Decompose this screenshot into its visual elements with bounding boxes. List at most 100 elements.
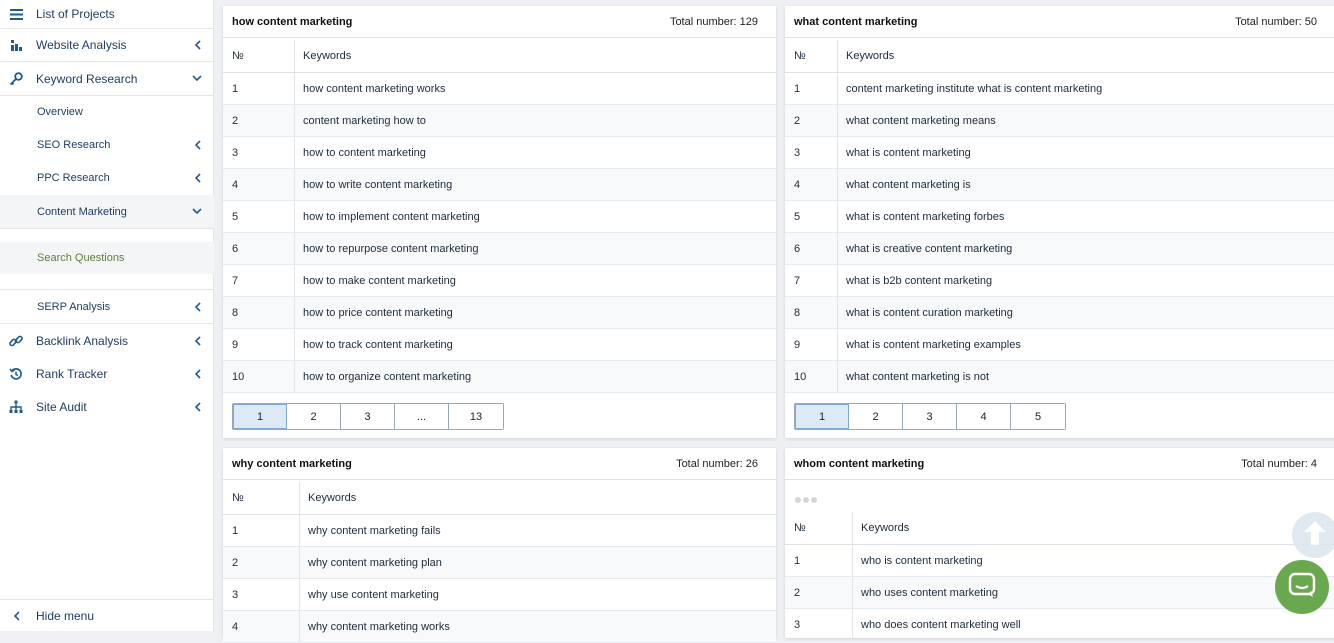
row-keyword: how to repurpose content marketing [303, 243, 479, 255]
row-keyword: what content marketing is not [846, 371, 990, 383]
seo-research-label: SEO Research [37, 138, 111, 151]
website-analysis-icon [9, 38, 23, 52]
panel-header: how content marketing Total number: 129 [223, 6, 776, 38]
row-number: 4 [232, 179, 239, 191]
row-keyword: what is b2b content marketing [846, 275, 993, 287]
row-number: 9 [794, 339, 801, 351]
table-row: 3 who does content marketing well [785, 609, 1334, 641]
row-number: 1 [232, 525, 239, 537]
row-keyword: what content marketing is [846, 179, 971, 191]
page-button[interactable]: 13 [449, 404, 503, 429]
scroll-to-top-button[interactable] [1292, 512, 1334, 558]
table-header: № Keywords [223, 482, 776, 515]
row-number: 7 [232, 275, 239, 287]
row-keyword: how to price content marketing [303, 307, 453, 319]
row-keyword: who is content marketing [861, 555, 983, 567]
sidebar-item-search-questions[interactable]: Search Questions [0, 242, 214, 274]
column-header-number: № [232, 492, 244, 504]
row-keyword: why use content marketing [308, 589, 439, 601]
website-analysis-label: Website Analysis [36, 38, 127, 52]
sidebar-item-keyword-research[interactable]: Keyword Research [0, 62, 214, 95]
serp-analysis-label: SERP Analysis [37, 300, 111, 313]
page-button[interactable]: 2 [849, 404, 903, 429]
table-row: 5 how to implement content marketing [223, 201, 776, 233]
column-header-keywords: Keywords [846, 50, 895, 62]
table-row: 4 what content marketing is [785, 169, 1334, 201]
column-header-number: № [794, 522, 806, 534]
sidebar-item-overview[interactable]: Overview [0, 96, 214, 128]
sidebar-item-website-analysis[interactable]: Website Analysis [0, 29, 214, 61]
chevron-left-icon [9, 609, 23, 623]
row-keyword: why content marketing works [308, 621, 450, 633]
row-number: 3 [794, 619, 801, 631]
panel-title: what content marketing [794, 16, 918, 28]
search-questions-label: Search Questions [37, 252, 125, 264]
table-row: 2 what content marketing means [785, 105, 1334, 137]
page-button[interactable]: 5 [1011, 404, 1065, 429]
row-number: 1 [232, 83, 239, 95]
sidebar-item-serp-analysis[interactable]: SERP Analysis [0, 290, 214, 323]
chevron-left-icon [192, 40, 202, 50]
row-number: 1 [794, 83, 801, 95]
sidebar: List of Projects Website Analysis Keywor… [0, 0, 214, 631]
row-number: 5 [794, 211, 801, 223]
list-of-projects-link[interactable]: List of Projects [0, 0, 214, 28]
page-button[interactable]: 4 [957, 404, 1011, 429]
table-row: 3 how to content marketing [223, 137, 776, 169]
row-keyword: why content marketing plan [308, 557, 442, 569]
table-row: 10 how to organize content marketing [223, 361, 776, 393]
page-button[interactable]: 3 [341, 404, 395, 429]
table-row: 6 what is creative content marketing [785, 233, 1334, 265]
total-number: Total number: 129 [669, 16, 758, 28]
list-of-projects-label: List of Projects [36, 7, 115, 21]
table-row: 8 what is content curation marketing [785, 297, 1334, 329]
row-number: 2 [232, 115, 239, 127]
chevron-down-icon [192, 207, 202, 217]
panel-header: what content marketing Total number: 50 [785, 6, 1334, 38]
row-number: 10 [794, 371, 807, 383]
sidebar-item-content-marketing[interactable]: Content Marketing [0, 195, 214, 228]
table-row: 9 what is content marketing examples [785, 329, 1334, 361]
column-header-keywords: Keywords [308, 492, 357, 504]
loading-indicator [795, 497, 817, 503]
sidebar-item-rank-tracker[interactable]: Rank Tracker [0, 357, 214, 390]
total-number: Total number: 50 [1235, 16, 1317, 28]
table-row: 1 why content marketing fails [223, 515, 776, 547]
table-row: 10 what content marketing is not [785, 361, 1334, 393]
chevron-left-icon [192, 401, 202, 412]
page-button[interactable]: 2 [287, 404, 341, 429]
sidebar-item-ppc-research[interactable]: PPC Research [0, 161, 214, 194]
chat-button[interactable] [1275, 560, 1329, 614]
page-button[interactable]: ... [395, 404, 449, 429]
row-number: 2 [232, 557, 239, 569]
row-keyword: how to organize content marketing [303, 371, 472, 383]
page-button[interactable]: 3 [903, 404, 957, 429]
row-number: 6 [794, 243, 801, 255]
row-number: 3 [232, 589, 239, 601]
sidebar-item-seo-research[interactable]: SEO Research [0, 128, 214, 161]
row-keyword: content marketing institute what is cont… [846, 83, 1103, 95]
link-icon [9, 334, 23, 348]
page-button[interactable]: 1 [233, 404, 287, 429]
row-number: 5 [232, 211, 239, 223]
pagination: 1 2 3 ... 13 [232, 403, 504, 430]
menu-icon [9, 7, 23, 21]
row-keyword: why content marketing fails [308, 525, 441, 537]
sidebar-item-backlink-analysis[interactable]: Backlink Analysis [0, 324, 214, 357]
row-keyword: how content marketing works [303, 83, 446, 95]
row-number: 10 [232, 371, 245, 383]
key-icon [9, 71, 23, 86]
row-number: 9 [232, 339, 239, 351]
column-header-keywords: Keywords [303, 50, 352, 62]
chevron-down-icon [192, 74, 202, 84]
column-header-keywords: Keywords [861, 522, 910, 534]
chevron-left-icon [192, 335, 202, 346]
table-row: 4 how to write content marketing [223, 169, 776, 201]
hide-menu-button[interactable]: Hide menu [0, 600, 214, 631]
row-keyword: how to write content marketing [303, 179, 453, 191]
row-keyword: content marketing how to [303, 115, 426, 127]
page-button[interactable]: 1 [795, 404, 849, 429]
table-row: 9 how to track content marketing [223, 329, 776, 361]
total-number: Total number: 26 [676, 458, 758, 470]
sidebar-item-site-audit[interactable]: Site Audit [0, 390, 214, 423]
